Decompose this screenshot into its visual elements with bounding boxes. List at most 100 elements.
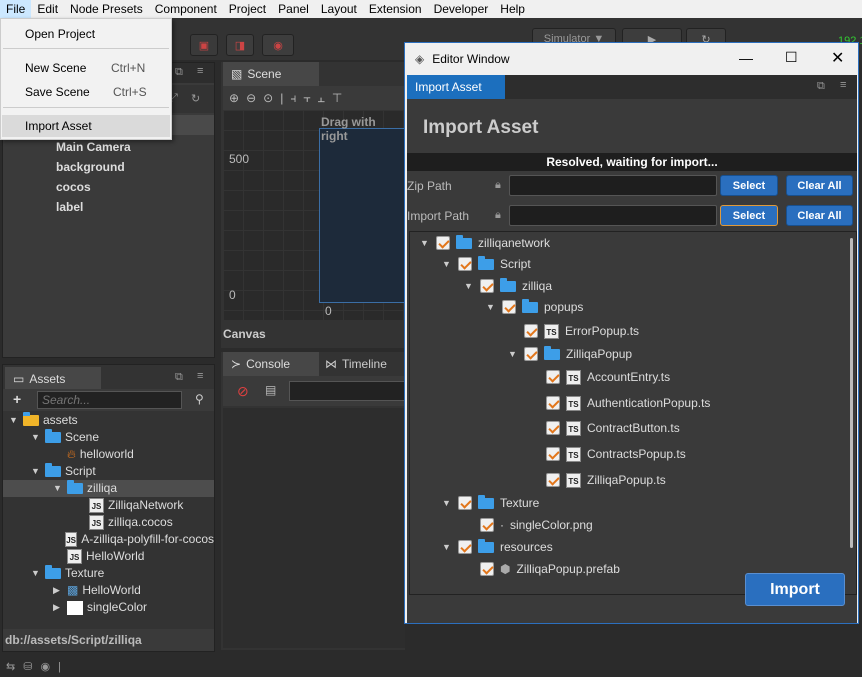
assets-search-input[interactable] [37,391,182,409]
zip-path-input[interactable] [509,175,717,196]
checkbox[interactable] [458,540,472,554]
chevron-icon[interactable]: ▼ [486,302,496,312]
import-tree-item[interactable]: TS ContractsPopup.ts [410,443,686,465]
asset-item[interactable]: ▼ Script [3,463,214,480]
import-tree-item[interactable]: ▼ Texture [410,492,539,514]
import-tree-item[interactable]: TS ZilliqaPopup.ts [410,469,666,491]
menu-item-open-project[interactable]: Open Project [1,23,171,45]
scene-viewport[interactable]: Drag with right 500 0 0 [223,110,405,320]
hierarchy-node[interactable]: label [56,197,131,217]
chevron-icon[interactable]: ▼ [31,463,41,480]
checkbox[interactable] [480,562,494,576]
checkbox[interactable] [480,279,494,293]
menu-icon[interactable]: ≡ [197,370,203,382]
zoom-reset-icon[interactable]: ⊙ [263,91,273,105]
chevron-icon[interactable]: ▼ [442,498,452,508]
menu-item-new-scene[interactable]: New Scene Ctrl+N [1,57,171,79]
align-right-icon[interactable]: ⫠ [318,91,325,106]
import-tree-item[interactable]: TS ContractButton.ts [410,417,680,439]
chevron-icon[interactable]: ▼ [53,480,63,497]
menu-node-presets[interactable]: Node Presets [64,0,149,18]
tab-scene[interactable]: ▧ Scene [223,62,319,86]
zoom-in-icon[interactable]: ⊕ [229,91,239,105]
import-tree-item[interactable]: ▼ zilliqanetwork [410,232,550,254]
document-icon[interactable]: ▤ [265,383,276,397]
chevron-icon[interactable]: ▼ [9,412,19,429]
import-tree-item[interactable]: ▼ popups [410,296,583,318]
menu-panel[interactable]: Panel [272,0,315,18]
asset-item[interactable]: ▼ assets [3,412,214,429]
checkbox[interactable] [458,257,472,271]
chevron-icon[interactable]: ▶ [53,582,63,599]
import-tree-item[interactable]: · singleColor.png [410,514,593,536]
asset-item[interactable]: ▼ Scene [3,429,214,446]
refresh-icon[interactable]: ↻ [191,92,200,105]
import-button[interactable]: Import [745,573,845,606]
chevron-icon[interactable]: ▶ [53,599,63,616]
clear-icon[interactable]: ⊘ [237,383,249,400]
chevron-icon[interactable]: ▼ [31,565,41,582]
align-left-icon[interactable]: ⫞ [290,91,296,106]
maximize-window-icon[interactable]: ☐ [785,49,798,66]
menu-file[interactable]: File [0,0,32,18]
asset-item[interactable]: ▼ Texture [3,565,214,582]
tab-timeline[interactable]: ⋈ Timeline [325,352,387,376]
tab-import-asset[interactable]: Import Asset [407,75,505,99]
import-path-input[interactable] [509,205,717,226]
menu-icon[interactable]: ≡ [197,65,203,77]
import-select-button[interactable]: Select [720,205,778,226]
menu-item-import-asset[interactable]: Import Asset [2,115,170,137]
menu-layout[interactable]: Layout [315,0,363,18]
checkbox[interactable] [546,473,560,487]
import-tree-item[interactable]: ▼ Script [410,253,531,275]
menu-icon[interactable]: ≡ [840,79,846,91]
menu-extension[interactable]: Extension [363,0,428,18]
checkbox[interactable] [546,370,560,384]
maximize-icon[interactable]: ⧉ [175,66,183,79]
menu-developer[interactable]: Developer [428,0,495,18]
checkbox[interactable] [524,324,538,338]
menu-project[interactable]: Project [223,0,272,18]
chevron-icon[interactable]: ▼ [31,429,41,446]
chevron-icon[interactable]: ▼ [464,281,474,291]
chevron-icon[interactable]: ▼ [508,349,518,359]
sync-icon[interactable]: ⇆ [6,660,15,673]
import-tree-item[interactable]: TS AccountEntry.ts [410,366,670,388]
chevron-icon[interactable]: ▼ [442,542,452,552]
menu-item-save-scene[interactable]: Save Scene Ctrl+S [1,81,171,103]
maximize-icon[interactable]: ⧉ [817,80,825,93]
import-clear-all-button[interactable]: Clear All [786,205,853,226]
checkbox[interactable] [436,236,450,250]
align-center-icon[interactable]: ⫟ [303,91,310,106]
checkbox[interactable] [546,421,560,435]
zoom-out-icon[interactable]: ⊖ [246,91,256,105]
checkbox[interactable] [546,447,560,461]
checkbox[interactable] [480,518,494,532]
asset-item[interactable]: JS HelloWorld [3,548,214,565]
menu-help[interactable]: Help [494,0,531,18]
checkbox[interactable] [524,347,538,361]
asset-item[interactable]: JS A-zilliqa-polyfill-for-cocos [3,531,214,548]
import-tree-item[interactable]: ⬢ ZilliqaPopup.prefab [410,558,620,580]
checkbox[interactable] [546,396,560,410]
hierarchy-node[interactable]: cocos [56,177,131,197]
menu-edit[interactable]: Edit [31,0,64,18]
asset-item[interactable]: 🔥︎ helloworld [3,446,214,463]
import-tree-item[interactable]: TS AuthenticationPopup.ts [410,392,710,414]
import-tree-item[interactable]: TS ErrorPopup.ts [410,320,639,342]
asset-item[interactable]: JS zilliqa.cocos [3,514,214,531]
toolbar-button-2[interactable]: ◨ [226,34,254,56]
tab-console[interactable]: ≻ Console [223,352,319,376]
tree-scrollbar[interactable] [850,238,853,548]
hierarchy-node[interactable]: Main Camera [56,137,131,157]
eye-icon[interactable]: ◉ [40,660,50,673]
zip-clear-all-button[interactable]: Clear All [786,175,853,196]
checkbox[interactable] [502,300,516,314]
add-icon[interactable]: + [13,391,21,407]
asset-item[interactable]: ▼ zilliqa [3,480,214,497]
import-tree-item[interactable]: ▼ resources [410,536,553,558]
maximize-icon[interactable]: ⧉ [175,371,183,384]
asset-item[interactable]: ▶ singleColor [3,599,214,616]
checkbox[interactable] [458,496,472,510]
tab-assets[interactable]: ▭ Assets [5,367,101,391]
